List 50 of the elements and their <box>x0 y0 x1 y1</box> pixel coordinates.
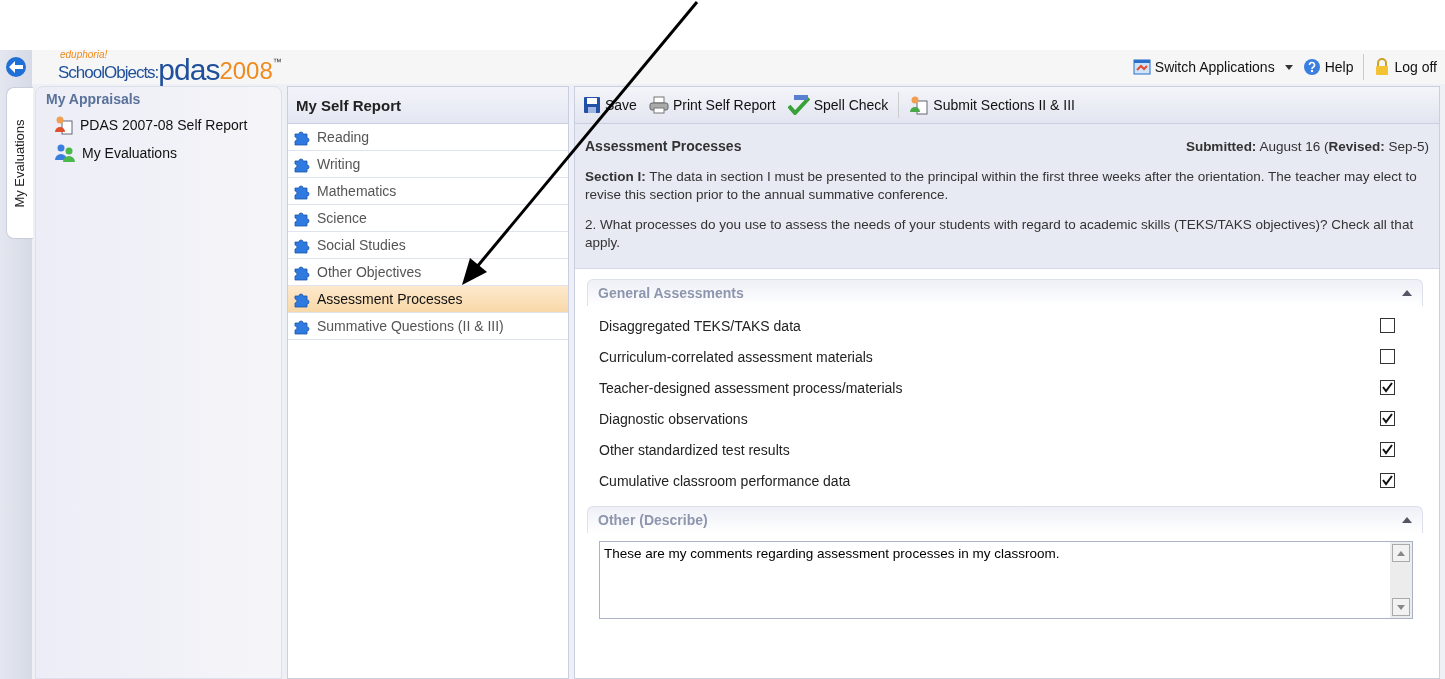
puzzle-icon <box>293 317 311 335</box>
checkbox[interactable] <box>1380 473 1395 488</box>
sidebar-title: My Appraisals <box>46 91 142 107</box>
back-button[interactable] <box>6 57 26 77</box>
header-link[interactable]: Log off <box>1374 58 1437 76</box>
puzzle-icon <box>293 209 311 227</box>
dropdown-caret-icon <box>1284 64 1293 70</box>
person-document-icon <box>54 115 74 135</box>
puzzle-icon <box>293 290 311 308</box>
sidebar-item[interactable]: PDAS 2007-08 Self Report <box>46 115 271 135</box>
section-title: Other (Describe) <box>598 512 708 528</box>
option-label: Teacher-designed assessment process/materials <box>599 379 903 396</box>
panel-title: My Self Report <box>288 87 568 124</box>
vertical-tab[interactable]: My Evaluations <box>5 87 33 239</box>
option-label: Cumulative classroom performance data <box>599 472 851 489</box>
checkbox[interactable] <box>1380 380 1395 395</box>
puzzle-icon <box>293 182 311 200</box>
header-link[interactable]: Help <box>1302 58 1354 76</box>
section-heading: Assessment Processes <box>585 138 742 156</box>
puzzle-icon <box>293 155 311 173</box>
puzzle-icon <box>293 263 311 281</box>
sidebar-item[interactable]: My Evaluations <box>46 143 271 163</box>
nav-item[interactable]: Assessment Processes <box>288 286 568 313</box>
checkbox[interactable] <box>1380 349 1395 364</box>
option-label: Disaggregated TEKS/TAKS data <box>599 317 801 334</box>
option-label: Diagnostic observations <box>599 410 748 427</box>
checkbox[interactable] <box>1380 411 1395 426</box>
lock-icon <box>1374 58 1391 76</box>
header-link[interactable]: Switch Applications <box>1132 58 1293 76</box>
option-label: Curriculum-correlated assessment materials <box>599 348 873 365</box>
window-icon <box>1132 58 1151 76</box>
help-icon <box>1302 58 1321 76</box>
collapse-caret-icon[interactable] <box>1402 290 1412 296</box>
puzzle-icon <box>293 236 311 254</box>
people-icon <box>54 143 76 163</box>
section-title: General Assessments <box>598 285 744 301</box>
collapse-caret-icon[interactable] <box>1402 517 1412 523</box>
option-label: Other standardized test results <box>599 441 790 458</box>
question-text: 2. What processes do you use to assess the needs of your students with regard to academic skills (TEKS/TAKS objectives)? Check all that apply. <box>585 216 1415 252</box>
person-document-icon <box>909 95 930 115</box>
spell-check-icon <box>787 95 810 115</box>
section-description: Section I: The data in section I must be presented to the principal within the first three weeks after the orientation. The teacher may elect to revise this section prior to the annual summative conference. <box>585 168 1418 204</box>
toolbar-button[interactable]: Print Self Report <box>646 94 778 116</box>
puzzle-icon <box>293 128 311 146</box>
checkbox[interactable] <box>1380 318 1395 333</box>
checkbox[interactable] <box>1380 442 1395 457</box>
toolbar-button[interactable]: Spell Check <box>785 93 891 117</box>
printer-icon <box>648 96 669 114</box>
submitted-date: Submitted: August 16 (Revised: Sep-5) <box>1185 138 1429 156</box>
toolbar-button[interactable]: Submit Sections II & III <box>907 93 1077 117</box>
